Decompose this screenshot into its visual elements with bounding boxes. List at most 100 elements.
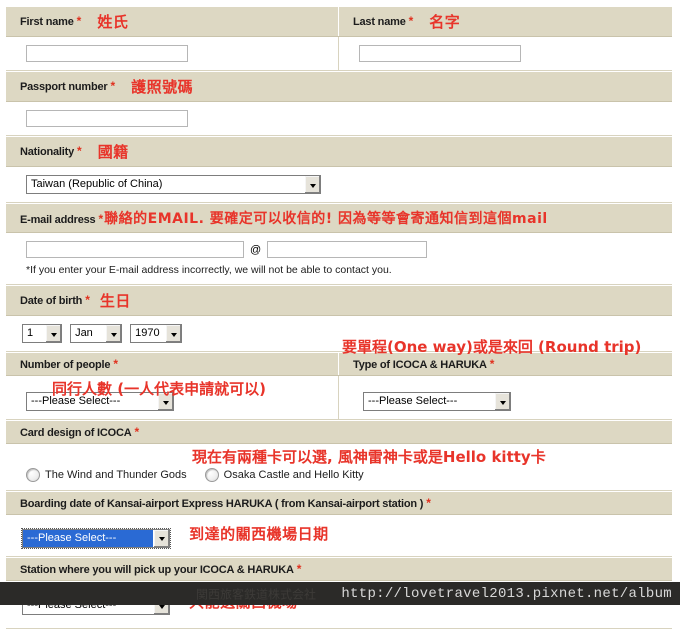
- row-header-names: First name * 姓氏 Last name * 名字: [6, 6, 672, 37]
- label-cell-dob: Date of birth * 生日: [6, 286, 672, 315]
- required-marker-nationality: *: [77, 144, 82, 158]
- row-body-boarding-date: ---Please Select--- 到達的關西機場日期: [6, 515, 672, 557]
- row-body-email: @ *If you enter your E-mail address inco…: [6, 233, 672, 285]
- row-body-names: [6, 37, 672, 71]
- required-marker-passport: *: [110, 79, 116, 93]
- email-domain-input[interactable]: [267, 241, 428, 258]
- chevron-down-icon[interactable]: [45, 325, 61, 342]
- required-marker-pickup-station: *: [296, 561, 302, 576]
- annotation-nationality: 國籍: [97, 143, 129, 161]
- watermark-bar: 関西旅客鉄道株式会社 http://lovetravel2013.pixnet.…: [0, 582, 680, 605]
- label-date-of-birth: Date of birth: [20, 295, 83, 307]
- annotation-boarding-date: 到達的關西機場日期: [189, 525, 329, 543]
- last-name-input[interactable]: [359, 45, 521, 62]
- label-number-of-people: Number of people: [20, 359, 111, 371]
- number-of-people-select[interactable]: ---Please Select---: [26, 392, 174, 411]
- input-cell-email: @ *If you enter your E-mail address inco…: [6, 233, 672, 284]
- dob-month-value: Jan: [75, 327, 93, 339]
- row-header-card-design: Card design of ICOCA *: [6, 420, 672, 444]
- chevron-down-icon[interactable]: [105, 325, 122, 342]
- annotation-first-name: 姓氏: [97, 13, 129, 31]
- card-design-option-label-0: The Wind and Thunder Gods: [45, 469, 187, 481]
- required-marker-card-design: *: [134, 425, 140, 439]
- annotation-passport: 護照號碼: [131, 78, 194, 96]
- row-header-nationality: Nationality * 國籍: [6, 136, 672, 167]
- boarding-date-value: ---Please Select---: [23, 529, 153, 547]
- label-type-of-icoca-haruka: Type of ICOCA & HARUKA: [353, 359, 487, 371]
- input-cell-passport: [6, 102, 672, 135]
- chevron-down-icon[interactable]: [304, 176, 320, 193]
- required-marker-first-name: *: [76, 14, 82, 28]
- label-passport-number: Passport number: [20, 81, 108, 93]
- nationality-select[interactable]: Taiwan (Republic of China): [26, 175, 321, 194]
- card-design-radio-group: The Wind and Thunder Gods Osaka Castle a…: [26, 468, 672, 482]
- radio-button-icon[interactable]: [26, 468, 40, 482]
- label-cell-email: E-mail address *聯絡的EMAIL. 要確定可以收信的! 因為等等會…: [6, 204, 672, 232]
- required-marker-boarding-date: *: [426, 496, 431, 510]
- email-input-group: @: [26, 241, 428, 258]
- chevron-down-icon[interactable]: [157, 393, 173, 410]
- label-cell-type-of-icoca: Type of ICOCA & HARUKA *: [339, 353, 672, 375]
- row-body-card-design: The Wind and Thunder Gods Osaka Castle a…: [6, 444, 672, 491]
- at-symbol-icon: @: [250, 243, 262, 256]
- type-of-icoca-haruka-select[interactable]: ---Please Select---: [363, 392, 511, 411]
- row-header-pickup-station: Station where you will pick up your ICOC…: [6, 556, 672, 581]
- passport-number-input[interactable]: [26, 110, 188, 127]
- annotation-email: 聯絡的EMAIL. 要確定可以收信的! 因為等等會寄通知信到這個mail: [104, 211, 548, 227]
- label-cell-nationality: Nationality * 國籍: [6, 137, 672, 166]
- row-header-people-type: Number of people * Type of ICOCA & HARUKA…: [6, 352, 672, 376]
- label-card-design: Card design of ICOCA: [20, 427, 132, 439]
- card-design-option-label-1: Osaka Castle and Hello Kitty: [223, 469, 364, 481]
- input-cell-last-name: [339, 37, 672, 70]
- dob-day-select[interactable]: 1: [22, 324, 62, 343]
- input-cell-first-name: [6, 37, 339, 70]
- required-marker-type-of-icoca: *: [489, 357, 495, 371]
- watermark-url: http://lovetravel2013.pixnet.net/album: [341, 585, 672, 602]
- input-cell-type-of-icoca: ---Please Select---: [339, 376, 672, 419]
- nationality-select-value: Taiwan (Republic of China): [31, 178, 163, 190]
- required-marker-email: *: [98, 212, 104, 226]
- row-body-dob: 1 Jan 1970 要單程(One way)或是來回 (Round trip): [6, 316, 672, 356]
- row-header-email: E-mail address *聯絡的EMAIL. 要確定可以收信的! 因為等等會…: [6, 203, 672, 233]
- first-name-input[interactable]: [26, 45, 188, 62]
- label-last-name: Last name: [353, 16, 406, 28]
- row-body-passport: [6, 102, 672, 136]
- chevron-down-icon[interactable]: [494, 393, 510, 410]
- dob-day-value: 1: [27, 327, 34, 339]
- row-header-boarding-date: Boarding date of Kansai-airport Express …: [6, 491, 672, 515]
- required-marker-last-name: *: [408, 14, 414, 28]
- label-nationality: Nationality: [20, 146, 75, 158]
- input-cell-number-of-people: ---Please Select---: [6, 376, 339, 419]
- input-cell-dob: 1 Jan 1970: [6, 316, 672, 351]
- label-cell-pickup-station: Station where you will pick up your ICOC…: [6, 558, 672, 580]
- radio-button-icon[interactable]: [204, 468, 219, 482]
- chevron-down-icon[interactable]: [153, 529, 169, 547]
- chevron-down-icon[interactable]: [165, 325, 182, 342]
- number-of-people-value: ---Please Select---: [31, 395, 121, 407]
- row-header-dob: Date of birth * 生日: [6, 285, 672, 316]
- boarding-date-select[interactable]: ---Please Select---: [21, 527, 171, 549]
- email-local-input[interactable]: [26, 241, 244, 258]
- label-boarding-date: Boarding date of Kansai-airport Express …: [20, 498, 424, 510]
- card-design-option-osaka-kitty[interactable]: Osaka Castle and Hello Kitty: [204, 468, 364, 482]
- label-cell-passport: Passport number * 護照號碼: [6, 72, 672, 101]
- watermark-ghost-text: 関西旅客鉄道株式会社: [196, 587, 317, 601]
- row-body-people-type: ---Please Select--- ---Please Select--- …: [6, 376, 672, 420]
- type-of-icoca-haruka-value: ---Please Select---: [368, 395, 458, 407]
- email-warning-note: *If you enter your E-mail address incorr…: [26, 264, 392, 276]
- label-cell-last-name: Last name * 名字: [339, 7, 672, 36]
- label-cell-number-of-people: Number of people *: [6, 353, 339, 375]
- input-cell-boarding-date: ---Please Select--- 到達的關西機場日期: [6, 515, 672, 556]
- annotation-last-name: 名字: [429, 13, 461, 31]
- card-design-option-wind-thunder[interactable]: The Wind and Thunder Gods: [26, 468, 187, 482]
- label-cell-first-name: First name * 姓氏: [6, 7, 339, 36]
- dob-month-select[interactable]: Jan: [70, 324, 123, 343]
- required-marker-number-of-people: *: [113, 357, 118, 371]
- icoca-haruka-application-form: First name * 姓氏 Last name * 名字 Passport numb…: [6, 6, 672, 629]
- label-email-address: E-mail address: [20, 214, 96, 226]
- dob-year-value: 1970: [135, 327, 160, 339]
- row-header-passport: Passport number * 護照號碼: [6, 71, 672, 102]
- required-marker-dob: *: [85, 293, 90, 307]
- input-cell-nationality: Taiwan (Republic of China): [6, 167, 672, 202]
- dob-year-select[interactable]: 1970: [130, 324, 183, 343]
